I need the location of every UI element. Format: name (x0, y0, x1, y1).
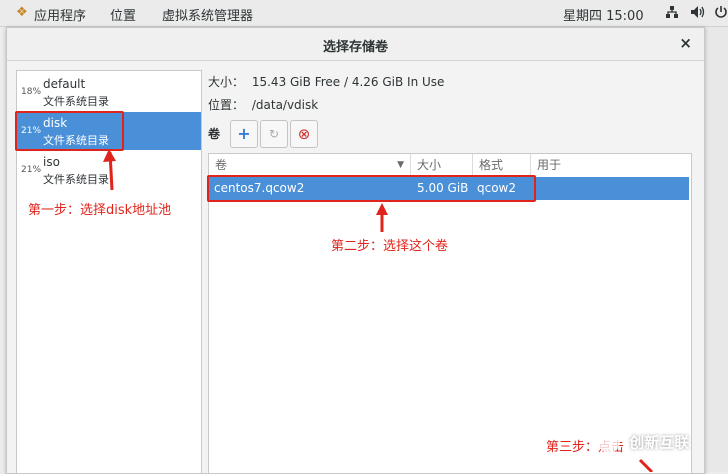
watermark-logo: 创新互联 (598, 431, 728, 457)
step2-arrow-head (376, 203, 388, 215)
step1-annotation: 第一步：选择disk地址池 (28, 203, 172, 218)
watermark-icon (598, 431, 620, 453)
watermark-text: 创新互联 (629, 433, 690, 452)
step3-arrow (638, 458, 654, 472)
step2-annotation: 第二步：选择这个卷 (331, 239, 449, 254)
step1-arrow-head (103, 149, 116, 162)
